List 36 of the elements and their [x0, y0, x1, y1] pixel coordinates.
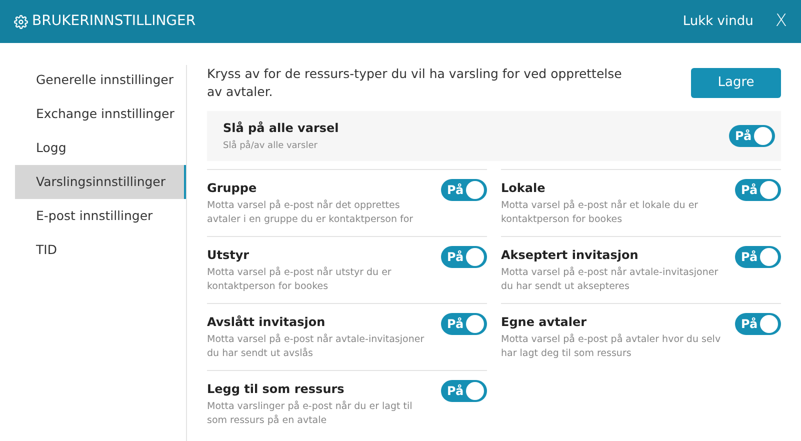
save-button[interactable]: Lagre — [691, 68, 781, 98]
toggle-switch[interactable]: På — [735, 179, 781, 201]
close-button[interactable]: X — [775, 13, 787, 30]
sidebar-item[interactable]: Logg — [15, 131, 186, 165]
toggle-switch[interactable]: På — [729, 125, 775, 147]
setting-title: Akseptert invitasjon — [501, 247, 640, 264]
setting-description: Motta varsel på e-post på avtaler hvor du selv har lagt deg til som ressurs — [501, 333, 722, 361]
sidebar-item[interactable]: Varslingsinnstillinger — [15, 165, 186, 199]
close-window-link[interactable]: Lukk vindu — [682, 12, 754, 32]
setting-description: Motta varsel på e-post når et lokale du er kontaktperson for bookes — [501, 199, 700, 227]
sidebar-item[interactable]: Generelle innstillinger — [15, 63, 186, 97]
setting-description: Slå på/av alle varsler — [223, 140, 318, 153]
setting-title: Gruppe — [207, 180, 258, 197]
toggle-switch[interactable]: På — [441, 313, 487, 335]
toggle-switch[interactable]: På — [441, 179, 487, 201]
setting-title: Avslått invitasjon — [207, 314, 326, 331]
sidebar-item[interactable]: E-post innstillinger — [15, 199, 186, 233]
settings-icon — [14, 14, 28, 28]
setting-description: Motta varsel på e-post når avtale-invitasjoner du har sendt ut aksepteres — [501, 266, 720, 294]
setting-title: Legg til som ressurs — [207, 381, 346, 398]
setting-title: Lokale — [501, 180, 546, 197]
toggle-switch[interactable]: På — [441, 380, 487, 402]
setting-title: Slå på alle varsel — [223, 120, 339, 137]
setting-title: Utstyr — [207, 247, 250, 264]
toggle-switch[interactable]: På — [735, 313, 781, 335]
intro-text: Kryss av for de ressurs-typer du vil ha varsling for ved opprettelse av avtaler. — [207, 65, 623, 101]
sidebar-item[interactable]: Exchange innstillinger — [15, 97, 186, 131]
toggle-switch[interactable]: På — [441, 246, 487, 268]
setting-title: Egne avtaler — [501, 314, 588, 331]
setting-description: Motta varsel på e-post når det opprettes avtaler i en gruppe du er kontaktperson for — [207, 199, 414, 227]
sidebar-item[interactable]: TID — [15, 233, 186, 267]
toggle-switch[interactable]: På — [735, 246, 781, 268]
window-title: BRUKERINNSTILLINGER — [32, 12, 196, 31]
setting-description: Motta varsel på e-post når utstyr du er kontaktperson for bookes — [207, 266, 392, 294]
setting-description: Motta varsel på e-post når avtale-invitasjoner du har sendt ut avslås — [207, 333, 426, 361]
setting-description: Motta varslinger på e-post når du er lagt til som ressurs på en avtale — [207, 400, 414, 428]
